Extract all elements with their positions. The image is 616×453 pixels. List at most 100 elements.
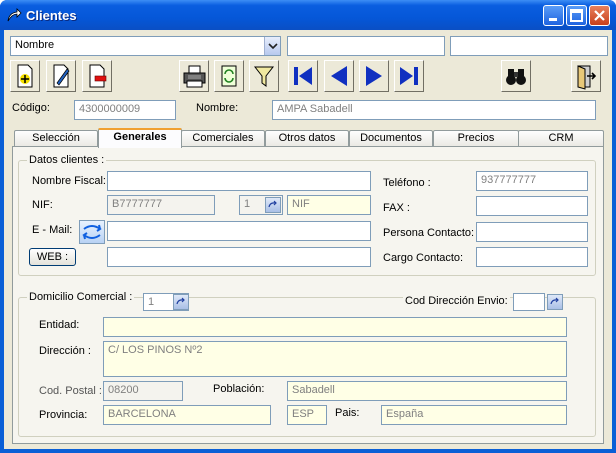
poblacion-value: Sabadell bbox=[292, 384, 335, 396]
codigo-value: 4300000009 bbox=[79, 103, 141, 115]
refresh-icon bbox=[221, 65, 237, 87]
maximize-button[interactable] bbox=[566, 5, 587, 26]
entidad-label: Entidad: bbox=[39, 319, 80, 331]
first-icon bbox=[294, 67, 312, 85]
nombre-fiscal-field[interactable] bbox=[107, 171, 371, 191]
generales-panel: Datos clientes : Nombre Fiscal: NIF: B77… bbox=[12, 146, 604, 444]
search-value-2[interactable] bbox=[450, 36, 608, 56]
tab-label: Generales bbox=[113, 131, 167, 143]
previous-icon bbox=[331, 66, 347, 86]
tab-label: Otros datos bbox=[278, 132, 336, 144]
last-record-button[interactable] bbox=[394, 60, 424, 92]
next-icon bbox=[366, 66, 382, 86]
nif-field[interactable]: B7777777 bbox=[107, 195, 215, 215]
next-record-button[interactable] bbox=[359, 60, 389, 92]
tab-precios[interactable]: Precios bbox=[433, 130, 519, 147]
pais-code-value: ESP bbox=[292, 408, 315, 420]
search-button[interactable] bbox=[501, 60, 531, 92]
last-icon bbox=[400, 67, 418, 85]
search-field-select[interactable]: Nombre bbox=[10, 36, 281, 56]
tab-documentos[interactable]: Documentos bbox=[349, 130, 433, 147]
chevron-down-icon bbox=[268, 43, 278, 50]
new-document-icon bbox=[17, 64, 33, 88]
poblacion-label: Población: bbox=[213, 383, 265, 395]
delete-button[interactable] bbox=[82, 60, 112, 92]
delete-document-icon bbox=[89, 64, 107, 88]
exit-door-icon bbox=[577, 65, 597, 90]
pais-label: Pais: bbox=[335, 407, 360, 419]
domicilio-title: Domicilio Comercial : bbox=[27, 291, 135, 303]
tab-label: Comerciales bbox=[192, 132, 254, 144]
cargo-contacto-field[interactable] bbox=[476, 247, 588, 267]
search-field-select-value: Nombre bbox=[15, 39, 55, 51]
nombre-value: AMPA Sabadell bbox=[277, 103, 353, 115]
fax-field[interactable] bbox=[476, 196, 588, 216]
print-button[interactable] bbox=[179, 60, 209, 92]
window: Clientes Nombre Código: 4300000009 Nombr… bbox=[0, 0, 616, 453]
tab-comerciales[interactable]: Comerciales bbox=[181, 130, 265, 147]
nif-label: NIF: bbox=[32, 199, 53, 211]
minimize-icon bbox=[549, 18, 557, 21]
filter-button[interactable] bbox=[249, 60, 279, 92]
nombre-fiscal-label: Nombre Fiscal: bbox=[32, 175, 106, 187]
lookup-icon bbox=[176, 297, 185, 305]
search-value-1[interactable] bbox=[287, 36, 445, 56]
telefono-field[interactable]: 937777777 bbox=[476, 171, 588, 191]
tab-crm[interactable]: CRM bbox=[518, 130, 604, 147]
cargo-contacto-label: Cargo Contacto: bbox=[383, 252, 464, 264]
edit-button[interactable] bbox=[46, 60, 76, 92]
provincia-value: BARCELONA bbox=[108, 408, 176, 420]
edit-document-icon bbox=[53, 64, 70, 88]
nif-type-value: NIF bbox=[292, 198, 310, 210]
first-record-button[interactable] bbox=[288, 60, 318, 92]
envio-spin-button[interactable] bbox=[547, 294, 563, 310]
envio-field[interactable] bbox=[513, 293, 545, 311]
fax-label: FAX : bbox=[383, 202, 410, 214]
direccion-label: Dirección : bbox=[39, 345, 91, 357]
persona-contacto-label: Persona Contacto: bbox=[383, 227, 475, 239]
pais-field[interactable]: España bbox=[381, 405, 567, 425]
minimize-button[interactable] bbox=[543, 5, 564, 26]
provincia-label: Provincia: bbox=[39, 409, 88, 421]
nif-value: B7777777 bbox=[112, 198, 163, 210]
poblacion-field[interactable]: Sabadell bbox=[287, 381, 567, 401]
pais-code-field[interactable]: ESP bbox=[287, 405, 327, 425]
codigo-label: Código: bbox=[12, 102, 50, 114]
dropdown-button[interactable] bbox=[264, 37, 280, 55]
window-body: Nombre Código: 4300000009 Nombre: AMPA S… bbox=[4, 30, 612, 449]
web-button[interactable]: WEB : bbox=[29, 248, 76, 266]
codigo-field[interactable]: 4300000009 bbox=[74, 100, 176, 120]
refresh-button[interactable] bbox=[214, 60, 244, 92]
pais-value: España bbox=[386, 408, 424, 420]
email-field[interactable] bbox=[107, 221, 371, 241]
email-arrows-icon bbox=[82, 224, 102, 240]
nif-type-field[interactable]: NIF bbox=[287, 195, 371, 215]
lookup-icon bbox=[550, 297, 559, 305]
titlebar[interactable]: Clientes bbox=[0, 0, 616, 30]
previous-record-button[interactable] bbox=[324, 60, 354, 92]
direccion-value: C/ LOS PINOS Nº2 bbox=[108, 344, 203, 356]
datos-clientes-title: Datos clientes : bbox=[27, 154, 107, 166]
codigo-postal-field[interactable]: 08200 bbox=[103, 381, 183, 401]
envio-label: Cod Dirección Envio: bbox=[403, 295, 510, 307]
codigo-postal-label: Cod. Postal : bbox=[39, 385, 102, 397]
provincia-field[interactable]: BARCELONA bbox=[103, 405, 271, 425]
web-field[interactable] bbox=[107, 247, 371, 267]
tab-seleccion[interactable]: Selección bbox=[14, 130, 98, 147]
domicilio-spin-button[interactable] bbox=[173, 294, 189, 310]
telefono-label: Teléfono : bbox=[383, 177, 431, 189]
tab-generales[interactable]: Generales bbox=[98, 128, 182, 148]
new-button[interactable] bbox=[10, 60, 40, 92]
exit-button[interactable] bbox=[571, 60, 601, 92]
direccion-field[interactable]: C/ LOS PINOS Nº2 bbox=[103, 341, 567, 377]
nombre-field[interactable]: AMPA Sabadell bbox=[272, 100, 596, 120]
close-button[interactable] bbox=[589, 5, 610, 26]
nif-type-spin-button[interactable] bbox=[265, 197, 281, 213]
binoculars-icon bbox=[506, 69, 526, 85]
domicilio-number: 1 bbox=[148, 296, 155, 308]
email-send-button[interactable] bbox=[79, 220, 105, 244]
entidad-field[interactable] bbox=[103, 317, 567, 337]
tab-label: Documentos bbox=[360, 132, 422, 144]
persona-contacto-field[interactable] bbox=[476, 222, 588, 242]
tab-otros-datos[interactable]: Otros datos bbox=[265, 130, 349, 147]
